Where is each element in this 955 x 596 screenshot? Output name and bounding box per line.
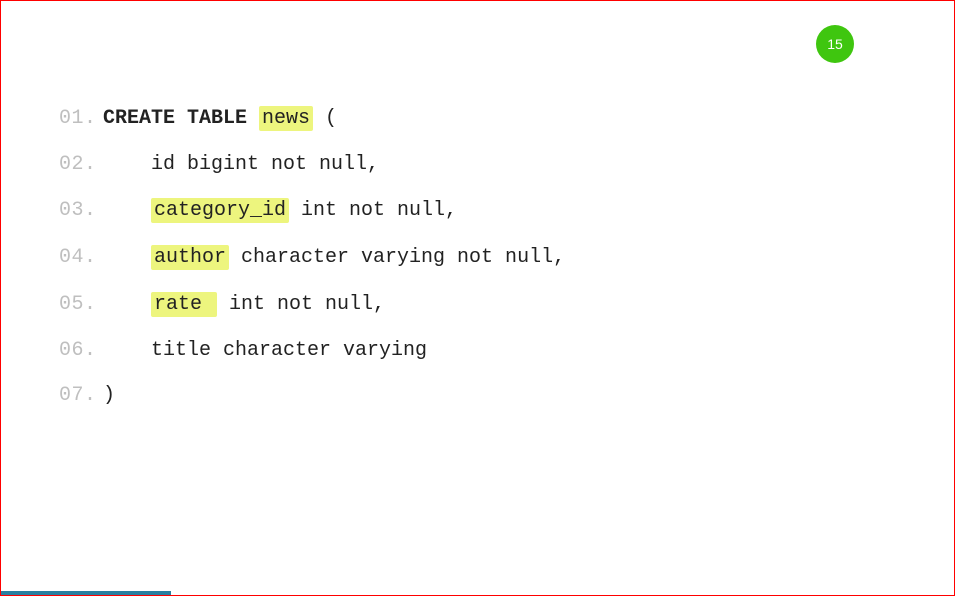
highlight: news (259, 106, 313, 131)
code-text: ( (313, 107, 337, 130)
code-line: 02. id bigint not null, (59, 153, 565, 176)
code-line: 01. CREATE TABLE news ( (59, 106, 565, 131)
code-line: 05. rate int not null, (59, 292, 565, 317)
progress-bar (1, 591, 171, 595)
code-text: int not null, (217, 293, 385, 316)
page-number-badge: 15 (816, 25, 854, 63)
code-text: int not null, (289, 199, 457, 222)
line-number: 02. (59, 153, 103, 176)
line-number: 05. (59, 293, 103, 316)
page-number-text: 15 (827, 36, 843, 52)
code-line: 03. category_id int not null, (59, 198, 565, 223)
highlight: rate (151, 292, 217, 317)
code-text: id bigint not null, (151, 153, 379, 176)
code-line: 04. author character varying not null, (59, 245, 565, 270)
code-text: ) (103, 384, 115, 407)
line-number: 07. (59, 384, 103, 407)
line-number: 06. (59, 339, 103, 362)
code-text: CREATE TABLE (103, 107, 259, 130)
highlight: category_id (151, 198, 289, 223)
line-number: 03. (59, 199, 103, 222)
code-block: 01. CREATE TABLE news ( 02. id bigint no… (59, 106, 565, 429)
slide-frame: 15 01. CREATE TABLE news ( 02. id bigint… (0, 0, 955, 596)
line-number: 04. (59, 246, 103, 269)
highlight: author (151, 245, 229, 270)
code-line: 06. title character varying (59, 339, 565, 362)
code-text: character varying not null, (229, 246, 565, 269)
code-text: title character varying (151, 339, 427, 362)
code-line: 07. ) (59, 384, 565, 407)
line-number: 01. (59, 107, 103, 130)
